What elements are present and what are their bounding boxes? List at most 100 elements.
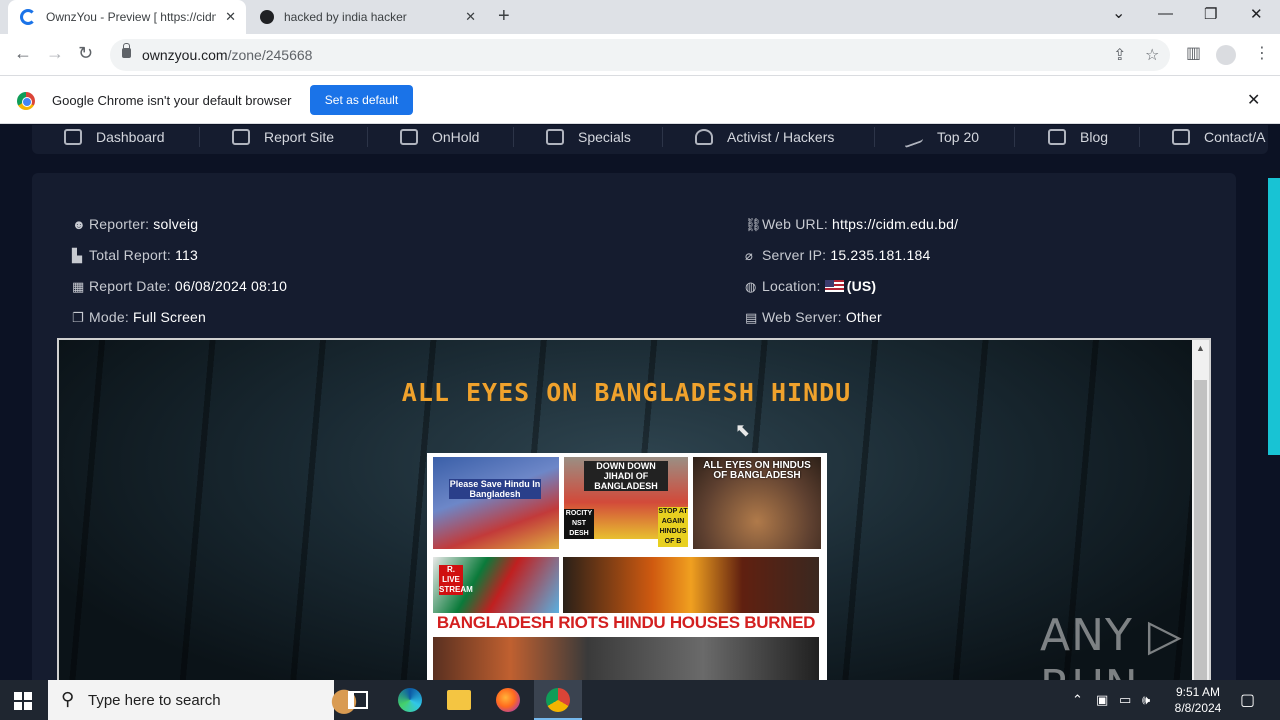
- web-url-row: ⛓Web URL: https://cidm.edu.bd/: [745, 216, 959, 232]
- window-close-button[interactable]: ✕: [1250, 5, 1263, 23]
- page-scroll-thumb[interactable]: [1268, 178, 1280, 455]
- nav-specials[interactable]: Specials: [546, 129, 631, 145]
- lock-icon: [122, 43, 131, 58]
- web-page: Dashboard Report Site OnHold Specials Ac…: [0, 125, 1268, 680]
- forward-arrow-icon[interactable]: →: [46, 43, 64, 64]
- nav-activist-hackers[interactable]: Activist / Hackers: [695, 129, 834, 145]
- mode-row: ❐ Mode: Full Screen: [72, 309, 207, 325]
- dark-favicon-icon: [260, 10, 274, 24]
- system-clock[interactable]: 9:51 AM 8/8/2024: [1168, 684, 1228, 716]
- collage-photo-sign: Please Save Hindu In Bangladesh: [433, 457, 559, 549]
- total-report-row: ▙ Total Report: 113: [72, 247, 198, 263]
- search-placeholder: Type here to search: [88, 692, 221, 709]
- document-icon: [1048, 129, 1066, 145]
- address-bar[interactable]: ownzyou.com/zone/245668 ⇪ ☆: [110, 39, 1170, 71]
- nav-contact[interactable]: Contact/A: [1172, 129, 1265, 145]
- restore-button[interactable]: ❐: [1204, 5, 1217, 23]
- chrome-logo-icon: [17, 92, 35, 110]
- profile-icon[interactable]: [1216, 45, 1236, 65]
- browser-toolbar: ← → ↻ ownzyou.com/zone/245668 ⇪ ☆ ▥ ⋮: [0, 34, 1280, 76]
- notifications-icon[interactable]: ▢: [1240, 690, 1255, 710]
- mail-icon: [1172, 129, 1190, 145]
- user-secret-icon: ☻: [72, 217, 86, 232]
- inbox-icon: [400, 129, 418, 145]
- square-icon: [546, 129, 564, 145]
- url-text: ownzyou.com/zone/245668: [142, 47, 313, 63]
- windows-start-icon[interactable]: [14, 692, 32, 710]
- task-view-icon[interactable]: [348, 691, 368, 709]
- report-date-row: ▦ Report Date: 06/08/2024 08:10: [72, 278, 288, 294]
- clock-date: 8/8/2024: [1174, 701, 1222, 715]
- file-explorer-icon[interactable]: [447, 690, 471, 710]
- infobar-close-icon[interactable]: ✕: [1247, 90, 1260, 110]
- collage-photo-crowd: [433, 637, 819, 680]
- default-browser-infobar: Google Chrome isn't your default browser…: [0, 76, 1280, 124]
- server-ip-row: ⌀ Server IP: 15.235.181.184: [745, 247, 931, 263]
- nav-dashboard[interactable]: Dashboard: [64, 129, 165, 145]
- mouse-cursor-icon: ⬉: [735, 420, 751, 440]
- window-icon: ❐: [72, 310, 84, 325]
- anyrun-watermark: ANY ▷ RUN: [1040, 610, 1183, 680]
- set-as-default-button[interactable]: Set as default: [310, 85, 413, 115]
- edge-icon[interactable]: [398, 688, 422, 712]
- users-icon: [695, 129, 713, 145]
- search-icon: ⚲: [61, 689, 75, 709]
- server-icon: ▤: [745, 310, 758, 325]
- close-icon[interactable]: ✕: [225, 9, 236, 25]
- share-icon[interactable]: ⇪: [1113, 45, 1126, 65]
- deface-title: ALL EYES ON BANGLADESH HINDU: [401, 378, 852, 407]
- reporter-row: ☻ Reporter: solveig: [72, 216, 199, 232]
- us-flag-icon: [824, 280, 844, 292]
- tray-chevron-icon[interactable]: ⌃: [1072, 692, 1083, 708]
- news-collage-image: Please Save Hindu In Bangladesh DOWN DOW…: [427, 453, 827, 680]
- taskbar-search-box[interactable]: ⚲ Type here to search: [48, 680, 366, 720]
- volume-icon[interactable]: 🕪: [1142, 692, 1150, 708]
- new-tab-button[interactable]: +: [498, 5, 510, 28]
- home-icon: [64, 129, 82, 145]
- kebab-menu-icon[interactable]: ⋮: [1254, 43, 1270, 63]
- tab-title: hacked by india hacker: [284, 10, 407, 24]
- nav-onhold[interactable]: OnHold: [400, 129, 479, 145]
- globe-icon: ◍: [745, 279, 757, 294]
- infobar-message: Google Chrome isn't your default browser: [52, 93, 292, 108]
- tab-ownzyou-preview[interactable]: OwnzYou - Preview [ https://cidm ✕: [8, 0, 246, 34]
- trend-icon: [905, 125, 923, 149]
- nav-report-site[interactable]: Report Site: [232, 129, 334, 145]
- collage-photo-fire: [563, 557, 819, 613]
- link-icon: ⛓: [745, 217, 762, 232]
- plus-square-icon: [232, 129, 250, 145]
- side-panel-icon[interactable]: ▥: [1186, 43, 1201, 63]
- chrome-icon: [546, 688, 570, 712]
- back-arrow-icon[interactable]: ←: [14, 43, 32, 64]
- collage-photo-flag: R. LIVE STREAM: [433, 557, 559, 613]
- clock-time: 9:51 AM: [1175, 685, 1221, 699]
- cidm-favicon-icon: [20, 9, 36, 25]
- paperclip-icon: ⌀: [745, 248, 754, 263]
- scroll-up-icon[interactable]: ▲: [1196, 343, 1205, 353]
- bar-chart-icon: ▙: [72, 248, 83, 263]
- reload-icon[interactable]: ↻: [78, 43, 93, 64]
- chrome-taskbar-button[interactable]: [534, 680, 582, 720]
- tab-title: OwnzYou - Preview [ https://cidm: [46, 10, 216, 24]
- tab-search-icon[interactable]: ⌄: [1112, 3, 1125, 23]
- calendar-icon: ▦: [72, 279, 85, 294]
- network-icon[interactable]: ▭: [1119, 692, 1131, 708]
- location-row: ◍ Location: (US): [745, 278, 877, 294]
- tray-device-icon[interactable]: ▣: [1096, 692, 1108, 708]
- collage-banner: BANGLADESH RIOTS HINDU HOUSES BURNED: [433, 613, 819, 635]
- minimize-button[interactable]: —: [1158, 5, 1173, 22]
- deface-preview-frame[interactable]: ALL EYES ON BANGLADESH HINDU ⬉ Please Sa…: [57, 338, 1211, 680]
- close-icon[interactable]: ✕: [465, 9, 476, 25]
- web-server-row: ▤ Web Server: Other: [745, 309, 882, 325]
- tab-hacked-by-india-hacker[interactable]: hacked by india hacker ✕: [250, 0, 486, 34]
- nav-top-20[interactable]: Top 20: [905, 125, 979, 149]
- site-navbar: Dashboard Report Site OnHold Specials Ac…: [32, 125, 1268, 154]
- collage-photo-protest: DOWN DOWN JIHADI OF BANGLADESH ROCITY NS…: [564, 457, 688, 547]
- nav-blog[interactable]: Blog: [1048, 129, 1108, 145]
- collage-photo-all-eyes: ALL EYES ON HINDUS OF BANGLADESH: [693, 457, 821, 549]
- page-scrollbar[interactable]: [1268, 125, 1280, 680]
- star-icon[interactable]: ☆: [1145, 45, 1159, 65]
- windows-taskbar: ⚲ Type here to search ⌃ ▣ ▭ 🕪 9:51 AM 8/…: [0, 680, 1280, 720]
- tab-strip: OwnzYou - Preview [ https://cidm ✕ hacke…: [0, 0, 1280, 34]
- firefox-icon[interactable]: [496, 688, 520, 712]
